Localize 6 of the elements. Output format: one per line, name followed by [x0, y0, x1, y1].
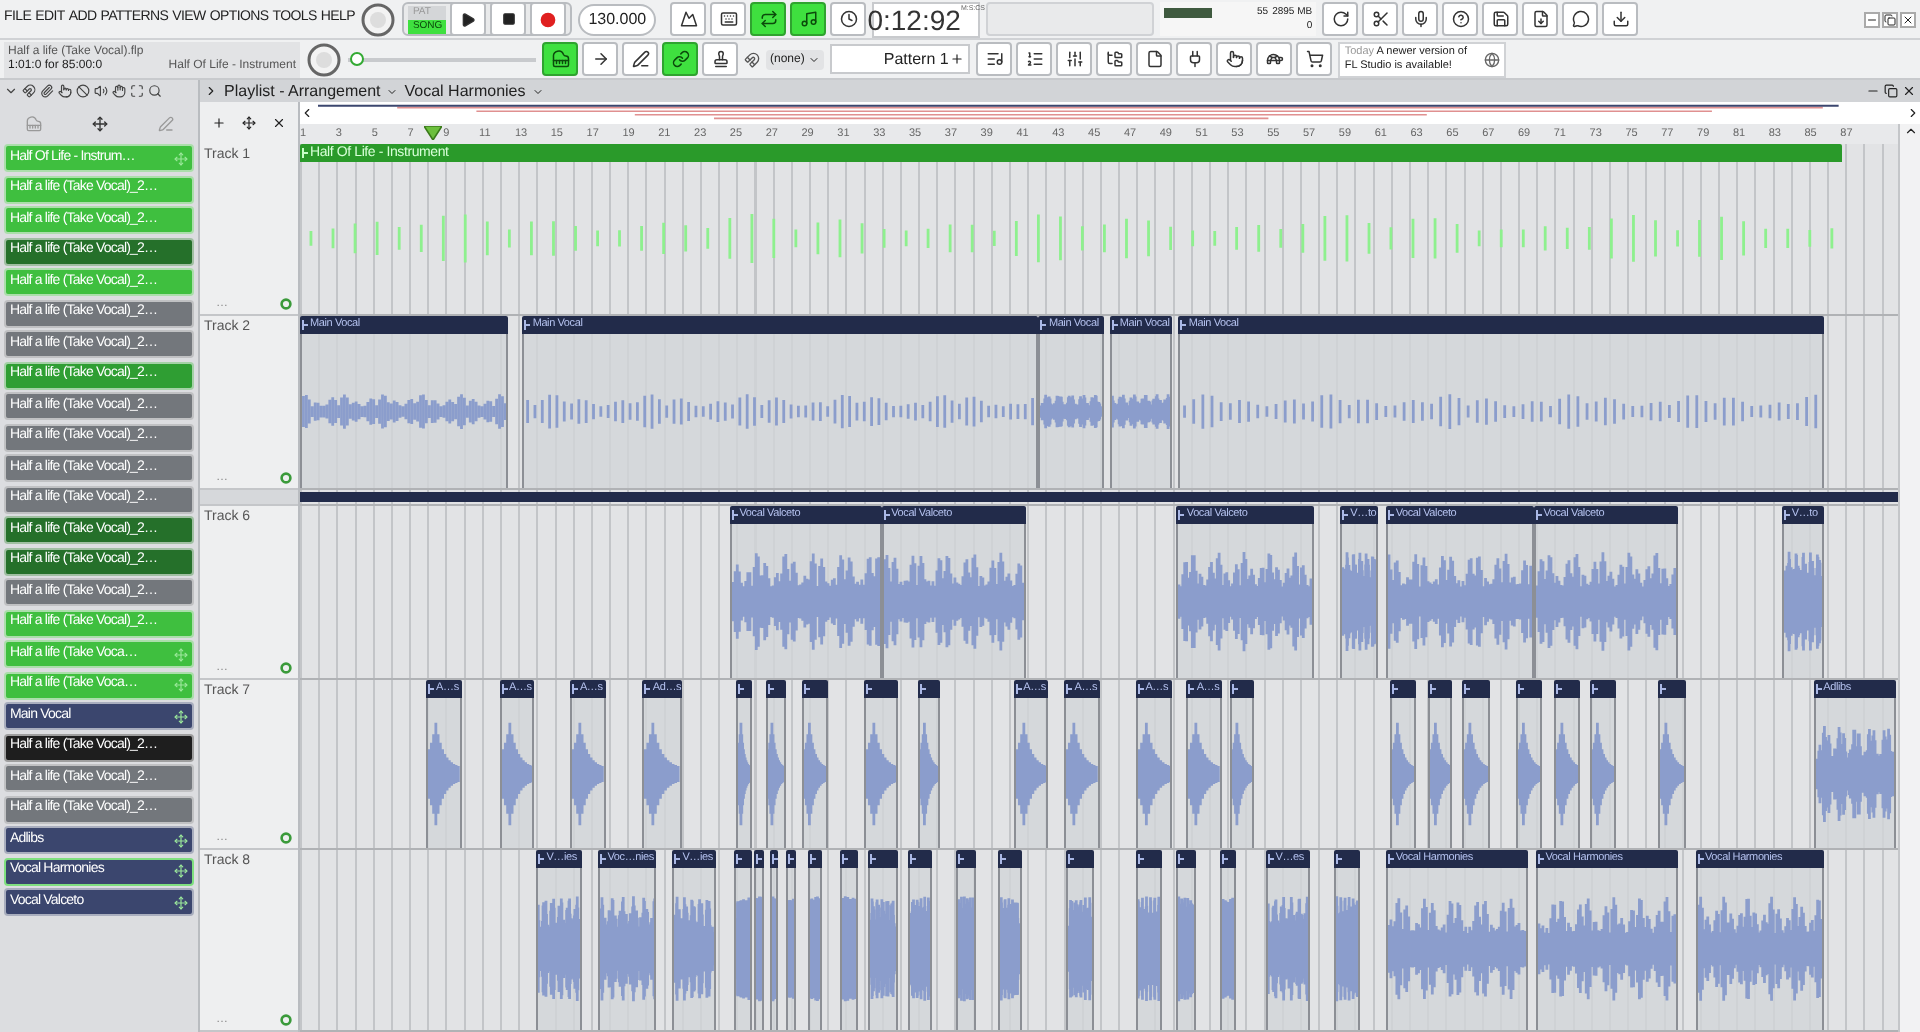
playlist-pattern[interactable]: Vocal Harmonies [404, 81, 526, 101]
time-value: 0:12:92 [867, 3, 961, 37]
tempo-field[interactable]: 130.000 [578, 3, 657, 35]
playlist-title: Playlist - Arrangement [224, 81, 381, 101]
pattern-name: Pattern 1 [883, 47, 949, 71]
pattern-selector[interactable]: Pattern 1 [830, 44, 971, 74]
